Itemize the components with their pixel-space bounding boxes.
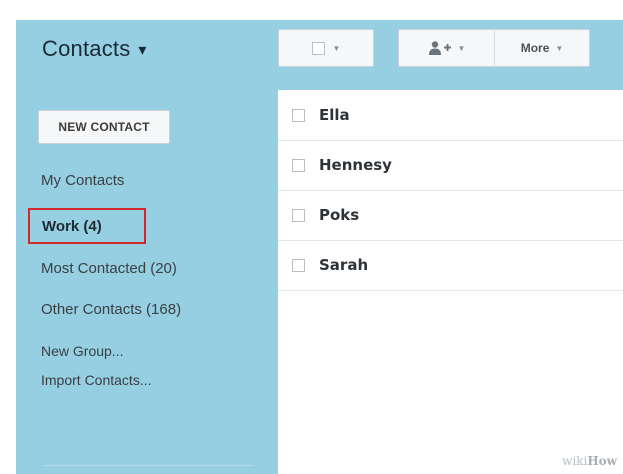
more-button[interactable]: More ▼ bbox=[495, 30, 589, 66]
checkbox-icon[interactable] bbox=[292, 158, 305, 172]
contact-name[interactable]: Hennesy bbox=[319, 156, 392, 174]
app-frame: Contacts ▾ ▼ ▼ More ▼ NEW CONTACT My Con… bbox=[16, 20, 623, 474]
sidebar-item-most-contacted[interactable]: Most Contacted (20) bbox=[41, 260, 177, 277]
wikihow-watermark: wikiHow bbox=[562, 454, 617, 468]
contacts-menu[interactable]: Contacts ▾ bbox=[42, 36, 147, 62]
sidebar: NEW CONTACT My Contacts Work (4) Most Co… bbox=[16, 90, 278, 474]
checkbox-icon bbox=[311, 41, 325, 55]
new-group-link[interactable]: New Group... bbox=[41, 343, 123, 359]
contact-name[interactable]: Sarah bbox=[319, 256, 368, 274]
checkbox-icon[interactable] bbox=[292, 258, 305, 272]
contact-name[interactable]: Poks bbox=[319, 206, 359, 224]
top-bar: Contacts ▾ ▼ ▼ More ▼ bbox=[16, 20, 623, 90]
import-contacts-link[interactable]: Import Contacts... bbox=[41, 372, 151, 388]
list-item[interactable]: Hennesy bbox=[278, 140, 623, 191]
chevron-down-icon: ▼ bbox=[457, 43, 466, 53]
add-to-group-button[interactable]: ▼ bbox=[399, 30, 495, 66]
sidebar-item-my-contacts[interactable]: My Contacts bbox=[41, 172, 124, 189]
more-label: More bbox=[520, 41, 550, 55]
contact-list: Ella Hennesy Poks Sarah bbox=[278, 90, 623, 474]
list-item[interactable]: Poks bbox=[278, 190, 623, 241]
list-item[interactable]: Sarah bbox=[278, 240, 623, 291]
chevron-down-icon: ▼ bbox=[555, 43, 564, 53]
sidebar-item-work[interactable]: Work (4) bbox=[28, 208, 146, 244]
watermark-light: wiki bbox=[562, 454, 588, 468]
new-contact-button[interactable]: NEW CONTACT bbox=[38, 110, 170, 144]
sidebar-item-other-contacts[interactable]: Other Contacts (168) bbox=[41, 301, 181, 318]
app-title: Contacts bbox=[42, 36, 131, 61]
contact-name[interactable]: Ella bbox=[319, 106, 350, 124]
watermark-bold: How bbox=[587, 454, 617, 468]
chevron-down-icon: ▼ bbox=[332, 43, 341, 53]
checkbox-icon[interactable] bbox=[292, 108, 305, 122]
sidebar-item-label: Work (4) bbox=[42, 217, 102, 235]
toolbar-group: ▼ More ▼ bbox=[398, 29, 590, 67]
select-checkbox-button[interactable]: ▼ bbox=[278, 29, 374, 67]
list-item[interactable]: Ella bbox=[278, 90, 623, 141]
add-person-icon bbox=[428, 41, 451, 55]
sidebar-divider bbox=[44, 465, 254, 466]
chevron-down-icon: ▾ bbox=[138, 42, 147, 59]
checkbox-icon[interactable] bbox=[292, 208, 305, 222]
